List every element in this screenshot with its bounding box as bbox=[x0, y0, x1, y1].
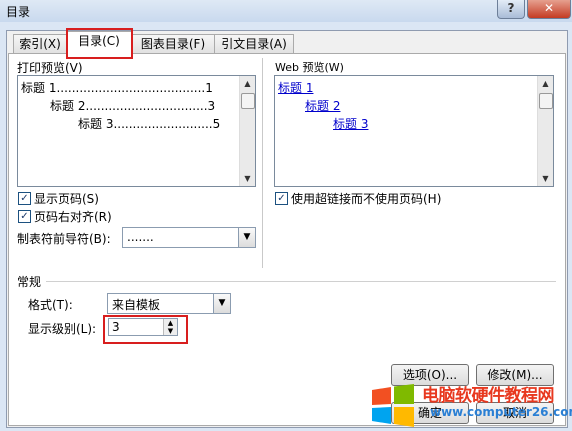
web-preview-link-1[interactable]: 标题 1 bbox=[278, 79, 313, 96]
vertical-separator bbox=[262, 58, 263, 268]
tab-highlight-box bbox=[66, 28, 133, 59]
print-preview-line-3: 标题 3..........................5 bbox=[78, 117, 221, 131]
print-preview-scrollbar[interactable]: ▲ ▼ bbox=[239, 76, 255, 186]
tab-table-of-authorities[interactable]: 引文目录(A) bbox=[214, 34, 294, 54]
dropdown-arrow-icon[interactable]: ▼ bbox=[213, 294, 230, 313]
tab-index[interactable]: 索引(X) bbox=[13, 34, 67, 54]
show-page-numbers-checkbox[interactable]: ✓ bbox=[18, 192, 31, 205]
show-levels-label: 显示级别(L): bbox=[28, 322, 97, 336]
scroll-down-arrow-icon[interactable]: ▼ bbox=[538, 171, 553, 186]
print-preview-line-2: 标题 2................................3 bbox=[50, 99, 216, 113]
web-preview-label: Web 预览(W) bbox=[275, 61, 344, 74]
formats-select[interactable]: 来自模板 ▼ bbox=[107, 293, 231, 314]
watermark-text: 电脑软硬件教程网 bbox=[422, 386, 555, 406]
tab-leader-select[interactable]: ....... ▼ bbox=[122, 227, 256, 248]
scroll-down-arrow-icon[interactable]: ▼ bbox=[240, 171, 255, 186]
levels-highlight-box bbox=[103, 315, 188, 344]
scroll-thumb[interactable] bbox=[241, 93, 255, 109]
windows-logo-icon bbox=[372, 384, 414, 427]
help-button[interactable]: ? bbox=[497, 0, 525, 19]
right-align-label: 页码右对齐(R) bbox=[34, 210, 112, 224]
formats-label: 格式(T): bbox=[28, 298, 73, 312]
title-bar: 目录 bbox=[0, 0, 572, 22]
formats-value: 来自模板 bbox=[112, 298, 161, 312]
watermark-url: www.computer26.com bbox=[430, 405, 572, 419]
print-preview-box[interactable]: 标题 1....................................… bbox=[17, 75, 256, 187]
use-hyperlinks-label: 使用超链接而不使用页码(H) bbox=[291, 192, 442, 206]
web-preview-link-2[interactable]: 标题 2 bbox=[305, 97, 340, 114]
print-preview-line-1: 标题 1....................................… bbox=[21, 81, 213, 95]
scroll-thumb[interactable] bbox=[539, 93, 553, 109]
scroll-up-arrow-icon[interactable]: ▲ bbox=[538, 76, 553, 91]
web-preview-box[interactable]: 标题 1 标题 2 标题 3 ▲ ▼ bbox=[274, 75, 554, 187]
print-preview-label: 打印预览(V) bbox=[17, 61, 83, 75]
right-align-checkbox[interactable]: ✓ bbox=[18, 210, 31, 223]
window-title: 目录 bbox=[6, 5, 31, 19]
tab-leader-value: ....... bbox=[127, 230, 154, 244]
dropdown-arrow-icon[interactable]: ▼ bbox=[238, 228, 255, 247]
scroll-up-arrow-icon[interactable]: ▲ bbox=[240, 76, 255, 91]
web-preview-link-3[interactable]: 标题 3 bbox=[333, 115, 368, 132]
close-button[interactable]: ✕ bbox=[527, 0, 571, 19]
tab-leader-label: 制表符前导符(B): bbox=[17, 232, 111, 246]
general-group-divider bbox=[46, 281, 556, 282]
show-page-numbers-label: 显示页码(S) bbox=[34, 192, 99, 206]
tab-table-of-figures[interactable]: 图表目录(F) bbox=[131, 34, 215, 54]
use-hyperlinks-checkbox[interactable]: ✓ bbox=[275, 192, 288, 205]
general-group-label: 常规 bbox=[17, 275, 42, 289]
web-preview-scrollbar[interactable]: ▲ ▼ bbox=[537, 76, 553, 186]
